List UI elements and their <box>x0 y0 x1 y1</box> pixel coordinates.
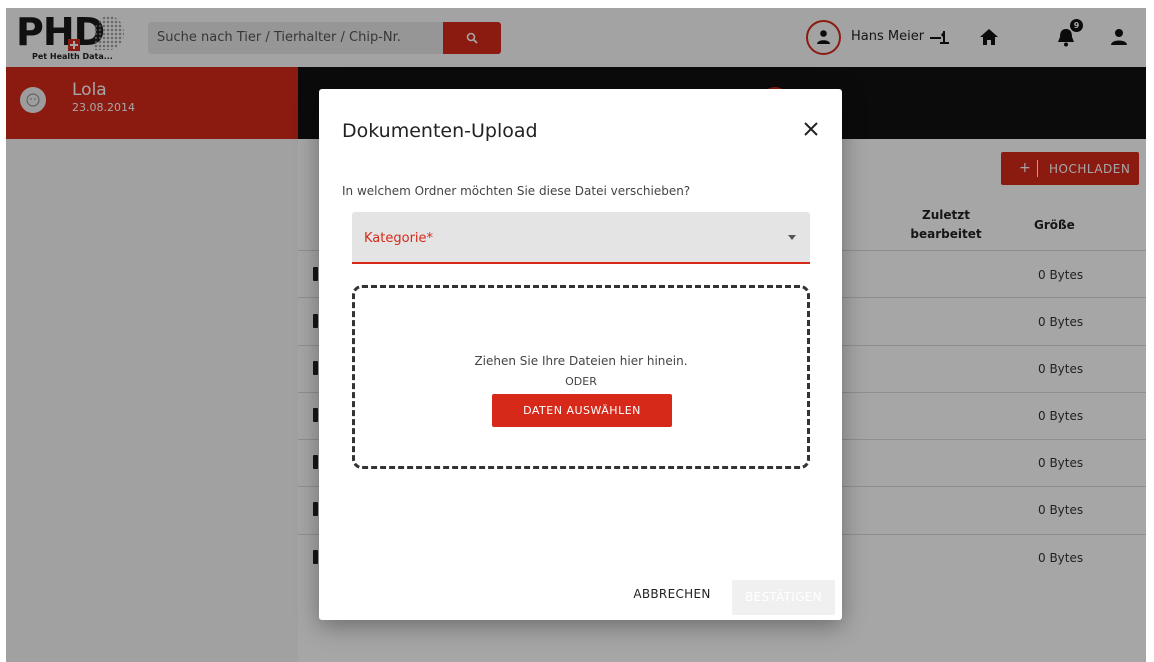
category-placeholder: Kategorie* <box>364 231 434 246</box>
chevron-down-icon <box>788 235 796 240</box>
file-dropzone[interactable]: Ziehen Sie Ihre Dateien hier hinein. ODE… <box>352 285 810 469</box>
cancel-button[interactable]: ABBRECHEN <box>622 587 722 609</box>
choose-files-button[interactable]: DATEN AUSWÄHLEN <box>492 394 672 427</box>
confirm-button[interactable]: BESTÄTIGEN <box>732 580 835 615</box>
close-button[interactable] <box>801 119 821 139</box>
app-root: PHD Pet Health Data... Suche nach Tier /… <box>6 8 1146 662</box>
folder-question: In welchem Ordner möchten Sie diese Date… <box>342 184 691 198</box>
close-icon <box>804 122 818 136</box>
dropzone-or: ODER <box>565 375 597 388</box>
dropzone-text: Ziehen Sie Ihre Dateien hier hinein. <box>474 354 688 368</box>
category-select[interactable]: Kategorie* <box>352 212 810 264</box>
dialog-title: Dokumenten-Upload <box>342 120 538 142</box>
upload-dialog: Dokumenten-Upload In welchem Ordner möch… <box>319 89 842 620</box>
